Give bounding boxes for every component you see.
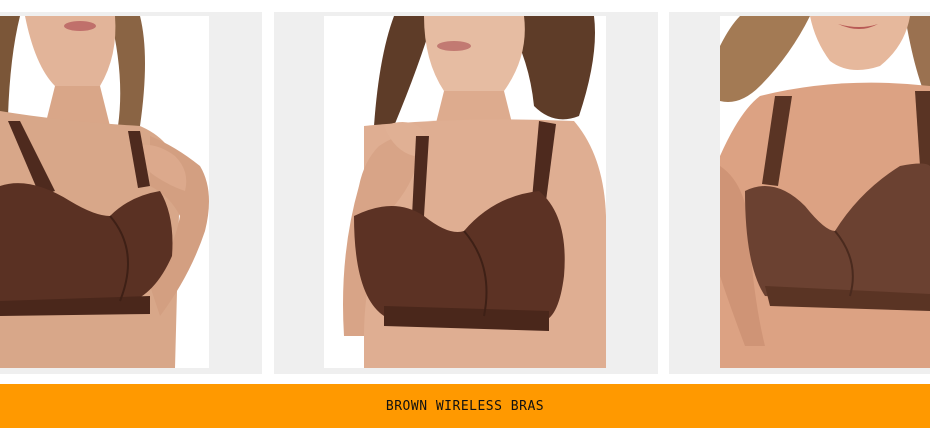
banner-title: BROWN WIRELESS BRAS xyxy=(385,398,545,414)
category-tile[interactable]: BROWN WIRELESS BRAS xyxy=(0,0,930,428)
model-image-icon xyxy=(0,16,209,368)
product-gallery xyxy=(0,12,930,374)
product-card-1[interactable] xyxy=(0,12,262,374)
product-photo-3[interactable] xyxy=(720,16,930,368)
product-card-2[interactable] xyxy=(274,12,658,374)
model-image-icon xyxy=(720,16,930,368)
product-card-3[interactable] xyxy=(669,12,930,374)
category-banner[interactable]: BROWN WIRELESS BRAS xyxy=(0,384,930,428)
product-photo-1[interactable] xyxy=(0,16,209,368)
model-image-icon xyxy=(324,16,606,368)
product-photo-2[interactable] xyxy=(324,16,606,368)
